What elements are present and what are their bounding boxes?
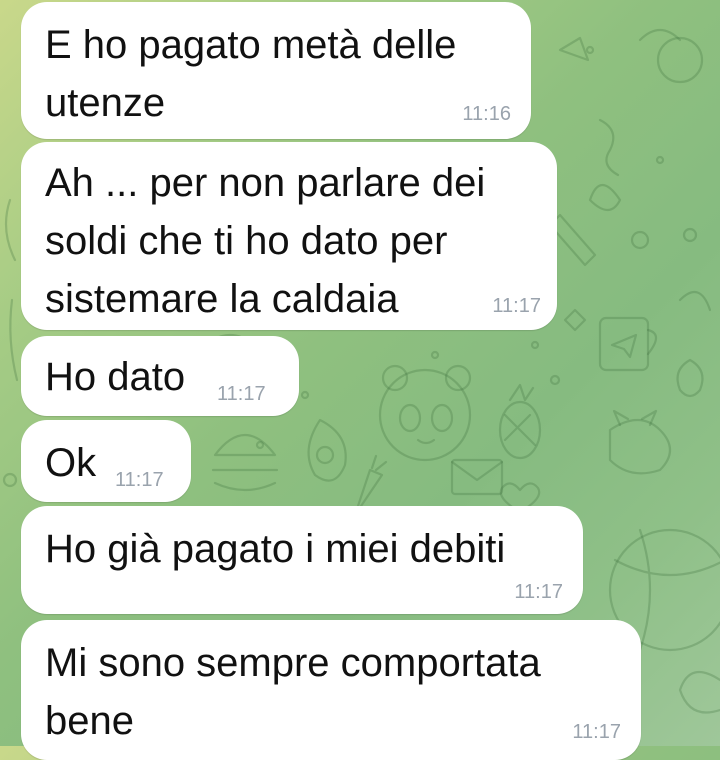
- message-time: 11:17: [492, 295, 541, 317]
- message-line: Mi sono sempre comportata: [45, 641, 541, 685]
- message-bubble[interactable]: Ok 11:17: [21, 420, 191, 502]
- message-line: utenze: [45, 81, 166, 125]
- message-line: bene: [45, 699, 134, 743]
- message-line: Ok: [45, 441, 97, 485]
- message-text: Mi sono sempre comportata bene: [45, 634, 541, 750]
- message-time: 11:17: [217, 383, 266, 405]
- message-bubble[interactable]: Ho già pagato i miei debiti 11:17: [21, 506, 583, 614]
- message-bubble[interactable]: Mi sono sempre comportata bene 11:17: [21, 620, 641, 760]
- message-text: Ho dato: [45, 348, 185, 406]
- message-line: soldi che ti ho dato per: [45, 219, 448, 263]
- message-list[interactable]: E ho pagato metà delle utenze 11:16 Ah .…: [0, 0, 720, 760]
- message-time: 11:17: [115, 469, 164, 491]
- message-bubble[interactable]: Ah ... per non parlare dei soldi che ti …: [21, 142, 557, 330]
- message-text: Ho già pagato i miei debiti: [45, 520, 505, 578]
- message-text: E ho pagato metà delle utenze: [45, 16, 456, 132]
- message-text: Ok: [45, 434, 96, 492]
- message-line: E ho pagato metà delle: [45, 23, 457, 67]
- message-time: 11:16: [462, 103, 511, 125]
- message-bubble[interactable]: Ho dato 11:17: [21, 336, 299, 416]
- message-bubble[interactable]: E ho pagato metà delle utenze 11:16: [21, 2, 531, 139]
- message-time: 11:17: [514, 581, 563, 603]
- message-time: 11:17: [572, 721, 621, 743]
- message-line: Ah ... per non parlare dei: [45, 161, 486, 205]
- message-text: Ah ... per non parlare dei soldi che ti …: [45, 154, 485, 328]
- message-line: Ho già pagato i miei debiti: [45, 527, 506, 571]
- message-line: Ho dato: [45, 355, 186, 399]
- message-line: sistemare la caldaia: [45, 277, 399, 321]
